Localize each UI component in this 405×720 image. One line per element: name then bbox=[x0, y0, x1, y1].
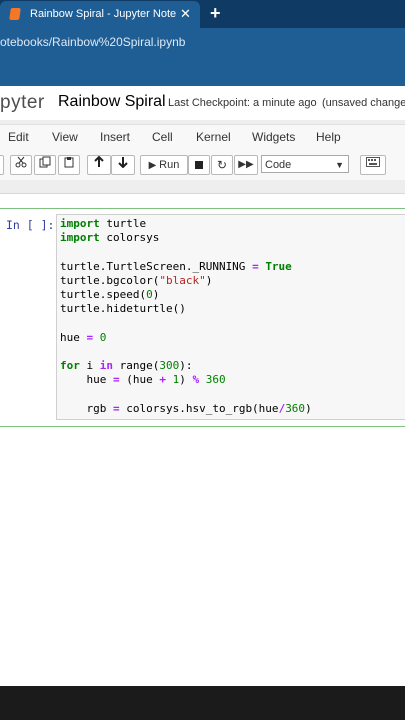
code-line: turtle.TurtleScreen._RUNNING = True bbox=[60, 259, 292, 273]
code-line: import colorsys bbox=[60, 231, 160, 245]
run-label: Run bbox=[159, 159, 180, 171]
restart-button[interactable]: ↻ bbox=[211, 155, 233, 175]
browser-toolbar-strip bbox=[0, 58, 405, 86]
restart-icon: ↻ bbox=[216, 158, 228, 172]
jupyter-logo[interactable]: pyter bbox=[0, 92, 45, 114]
menu-cell[interactable]: Cell bbox=[152, 130, 173, 144]
menu-view[interactable]: View bbox=[52, 130, 78, 144]
command-palette-button[interactable] bbox=[360, 155, 386, 175]
menu-widgets[interactable]: Widgets bbox=[252, 130, 295, 144]
input-prompt: In [ ]: bbox=[6, 218, 55, 232]
move-down-icon bbox=[118, 157, 128, 169]
taskbar bbox=[0, 686, 405, 720]
cut-button[interactable] bbox=[10, 155, 32, 175]
menu-insert[interactable]: Insert bbox=[100, 130, 130, 144]
menu-help[interactable]: Help bbox=[316, 130, 341, 144]
url-text[interactable]: otebooks/Rainbow%20Spiral.ipynb bbox=[0, 35, 185, 49]
paste-button[interactable] bbox=[58, 155, 80, 175]
notebook-toolbar: ▶ Run ↻ ▶▶ Code ▼ bbox=[0, 150, 405, 181]
code-text[interactable]: import turtle import colorsys turtle.Tur… bbox=[60, 217, 312, 416]
save-status: (unsaved changes) bbox=[322, 97, 405, 109]
fast-forward-icon: ▶▶ bbox=[238, 159, 254, 170]
cell-type-select[interactable]: Code ▼ bbox=[261, 155, 349, 173]
code-line: rgb = colorsys.hsv_to_rgb(hue/360) bbox=[60, 401, 312, 415]
paste-icon bbox=[64, 157, 74, 168]
notebook-header: pyter Rainbow Spiral Last Checkpoint: a … bbox=[0, 86, 405, 120]
interrupt-button[interactable] bbox=[188, 155, 210, 175]
new-tab-button[interactable]: + bbox=[210, 3, 221, 24]
code-line: turtle.speed(0) bbox=[60, 288, 160, 302]
move-up-button[interactable] bbox=[87, 155, 111, 175]
code-line: hue = 0 bbox=[60, 330, 107, 344]
cell-type-value: Code bbox=[265, 159, 292, 171]
address-bar[interactable]: otebooks/Rainbow%20Spiral.ipynb bbox=[0, 28, 405, 58]
restart-run-all-button[interactable]: ▶▶ bbox=[234, 155, 258, 175]
checkpoint-status: Last Checkpoint: a minute ago bbox=[168, 97, 317, 109]
jupyter-tab-icon bbox=[9, 8, 21, 20]
stop-icon bbox=[195, 161, 203, 169]
run-button[interactable]: ▶ Run bbox=[140, 155, 188, 175]
cut-icon bbox=[15, 156, 27, 168]
chevron-down-icon: ▼ bbox=[335, 160, 344, 170]
code-line: for i in range(300): bbox=[60, 359, 193, 373]
code-line: import turtle bbox=[60, 217, 147, 230]
code-line: turtle.bgcolor("black") bbox=[60, 273, 213, 287]
move-down-button[interactable] bbox=[111, 155, 135, 175]
menu-edit[interactable]: Edit bbox=[8, 130, 29, 144]
run-icon: ▶ bbox=[148, 160, 157, 171]
move-up-icon bbox=[94, 155, 104, 167]
browser-tab[interactable]: Rainbow Spiral - Jupyter Notebook ✕ bbox=[0, 1, 200, 28]
code-line: turtle.hideturtle() bbox=[60, 302, 186, 316]
notebook-title[interactable]: Rainbow Spiral bbox=[58, 93, 166, 111]
tab-title: Rainbow Spiral - Jupyter Notebook bbox=[30, 8, 176, 20]
code-line: hue = (hue + 1) % 360 bbox=[60, 373, 226, 387]
menubar: Edit View Insert Cell Kernel Widgets Hel… bbox=[0, 124, 405, 152]
copy-button[interactable] bbox=[34, 155, 56, 175]
close-tab-icon[interactable]: ✕ bbox=[180, 6, 191, 22]
keyboard-icon bbox=[366, 157, 380, 167]
add-cell-button[interactable] bbox=[0, 155, 4, 175]
copy-icon bbox=[39, 156, 51, 168]
menu-kernel[interactable]: Kernel bbox=[196, 130, 231, 144]
